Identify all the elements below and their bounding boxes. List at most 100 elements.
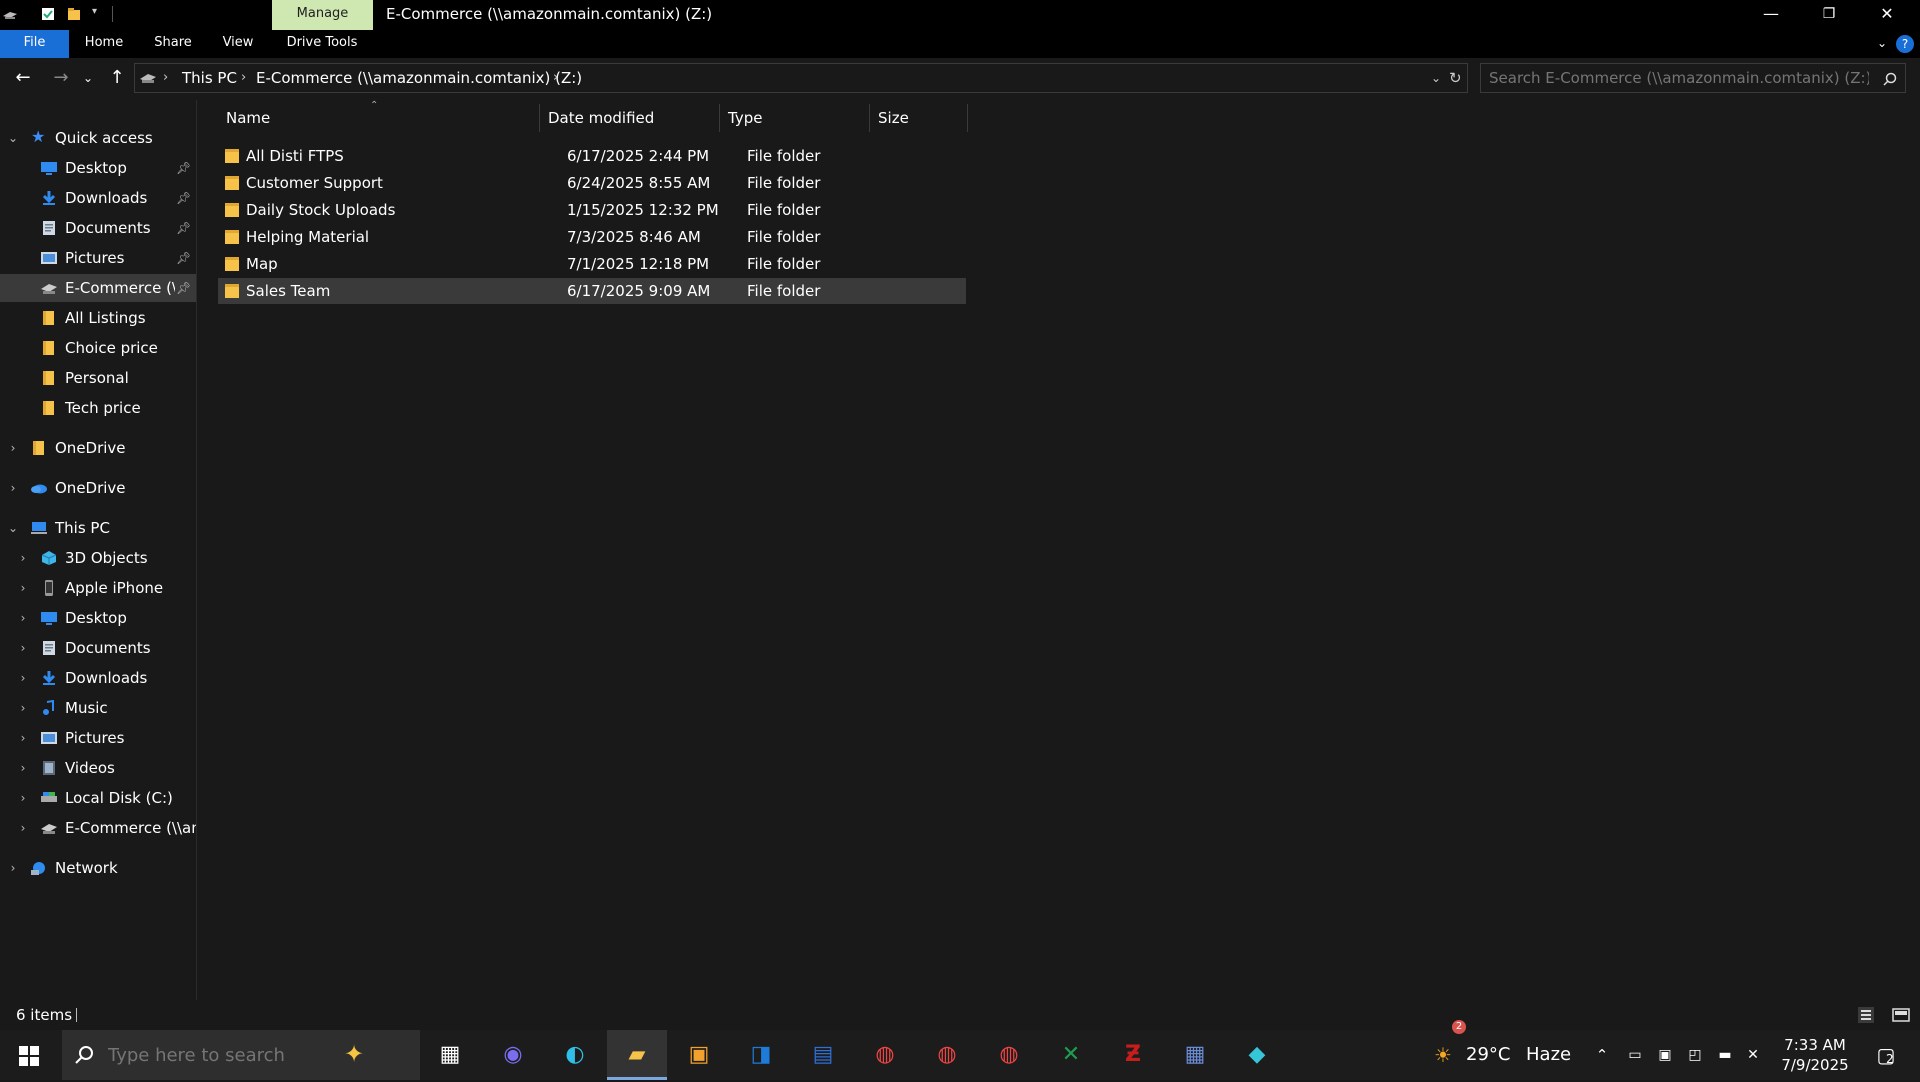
network-status-icon[interactable]: ▭ [1624,1030,1646,1080]
pin-icon[interactable]: 📌︎ [176,244,191,272]
expand-icon[interactable]: › [16,814,30,842]
new-folder-icon[interactable] [66,6,82,22]
nav-quick-access[interactable]: ⌄ ★ Quick access [0,124,196,152]
nav-qa-documents[interactable]: Documents 📌︎ [0,214,196,242]
address-bar[interactable]: › This PC › E-Commerce (\\amazonmain.com… [134,63,1468,93]
pin-icon[interactable]: 📌︎ [176,184,191,212]
expand-icon[interactable]: › [16,574,30,602]
column-header-date-modified[interactable]: Date modified [540,104,720,132]
nav-pc-music[interactable]: › Music [0,694,196,722]
breadcrumb-chevron-icon[interactable]: › [241,64,246,92]
back-button[interactable]: ← [8,64,38,94]
app-icon[interactable]: ◆ [1227,1030,1287,1080]
calculator-icon[interactable]: ▦ [1165,1030,1225,1080]
tab-drive-tools[interactable]: Drive Tools [278,30,366,58]
nav-qa-pictures[interactable]: Pictures 📌︎ [0,244,196,272]
excel-icon[interactable]: ✕ [1041,1030,1101,1080]
file-row[interactable]: Map 7/1/2025 12:18 PM File folder [218,251,966,277]
notification-center-icon[interactable]: ▢ 2 [1866,1030,1906,1080]
nav-pc-local-disk[interactable]: › Local Disk (C:) [0,784,196,812]
nav-qa-downloads[interactable]: Downloads 📌︎ [0,184,196,212]
pin-icon[interactable]: 📌︎ [176,214,191,242]
expand-icon[interactable]: › [16,694,30,722]
expand-icon[interactable]: › [16,544,30,572]
show-hidden-icons-icon[interactable]: ⌃ [1592,1030,1612,1080]
expand-icon[interactable]: › [16,634,30,662]
file-row[interactable]: All Disti FTPS 6/17/2025 2:44 PM File fo… [218,143,966,169]
taskbar-search-input[interactable] [108,1044,348,1066]
column-header-size[interactable]: Size [870,104,968,132]
nav-onedrive-folder[interactable]: › OneDrive [0,434,196,462]
chrome-icon[interactable]: ◍ [917,1030,977,1080]
breadcrumb-chevron-icon[interactable]: › [553,64,558,92]
weather-widget[interactable]: ☀ 2 29°C Haze [1434,1020,1594,1080]
tab-view[interactable]: View [212,30,264,58]
nav-pc-apple-iphone[interactable]: › Apple iPhone [0,574,196,602]
expand-icon[interactable]: › [16,604,30,632]
expand-icon[interactable]: › [16,784,30,812]
nav-qa-ecommerce-drive[interactable]: E-Commerce (\\amazonmain.comtanix) (Z:) … [0,274,196,302]
expand-icon[interactable]: › [6,474,20,502]
nav-onedrive-cloud[interactable]: › OneDrive [0,474,196,502]
tab-home[interactable]: Home [76,30,132,58]
outlook-icon[interactable]: ◨ [731,1030,791,1080]
customize-quick-access-icon[interactable]: ▾ [92,6,97,17]
calendar-icon[interactable]: ▤ [793,1030,853,1080]
search-box[interactable] [1480,63,1906,93]
nav-pc-3d-objects[interactable]: › 3D Objects [0,544,196,572]
task-view-icon[interactable]: ▦ [420,1030,480,1080]
restore-button[interactable]: ❐ [1800,0,1858,30]
pane-divider[interactable] [196,100,197,1000]
help-icon[interactable]: ? [1896,35,1914,53]
file-explorer-icon[interactable]: ▰ [607,1030,667,1080]
properties-icon[interactable] [40,6,56,22]
file-row[interactable]: Daily Stock Uploads 1/15/2025 12:32 PM F… [218,197,966,223]
column-header-type[interactable]: Type [720,104,870,132]
collapse-icon[interactable]: ⌄ [6,124,20,152]
tab-share[interactable]: Share [146,30,200,58]
file-row[interactable]: Helping Material 7/3/2025 8:46 AM File f… [218,224,966,250]
nav-this-pc[interactable]: ⌄ This PC [0,514,196,542]
large-icons-view-icon[interactable] [1892,1007,1910,1023]
collapse-icon[interactable]: ⌄ [6,514,20,542]
column-header-name[interactable]: Name [218,104,540,132]
tab-file[interactable]: File [0,30,69,58]
nav-qa-desktop[interactable]: Desktop 📌︎ [0,154,196,182]
close-button[interactable]: ✕ [1858,0,1916,30]
details-view-icon[interactable] [1858,1007,1874,1023]
store-icon[interactable]: ▣ [669,1030,729,1080]
filezilla-icon[interactable]: Ƶ [1103,1030,1163,1080]
expand-icon[interactable]: › [16,664,30,692]
windows-start-icon[interactable] [19,1046,39,1066]
minimize-button[interactable]: — [1742,0,1800,30]
address-dropdown-icon[interactable]: ⌄ [1431,64,1441,92]
nav-network[interactable]: › Network [0,854,196,882]
battery-icon[interactable]: ▬ [1714,1030,1736,1080]
pin-icon[interactable]: 📌︎ [176,274,191,302]
expand-icon[interactable]: › [6,434,20,462]
edge-icon[interactable]: ◐ [545,1030,605,1080]
nav-pc-desktop[interactable]: › Desktop [0,604,196,632]
display-icon[interactable]: ◰ [1684,1030,1706,1080]
volume-muted-icon[interactable]: ✕ [1742,1030,1764,1080]
nav-qa-all-listings[interactable]: All Listings [0,304,196,332]
expand-icon[interactable]: › [16,754,30,782]
nav-pc-pictures[interactable]: › Pictures [0,724,196,752]
nav-qa-personal[interactable]: Personal [0,364,196,392]
nav-pc-documents[interactable]: › Documents [0,634,196,662]
breadcrumb-chevron-icon[interactable]: › [163,64,168,92]
nav-pc-ecommerce-drive[interactable]: › E-Commerce (\\amazonmain.comtanix) (Z:… [0,814,196,842]
clock[interactable]: 7:33 AM 7/9/2025 [1772,1030,1858,1080]
expand-icon[interactable]: › [6,854,20,882]
file-row-selected[interactable]: Sales Team 6/17/2025 9:09 AM File folder [218,278,966,304]
meet-now-icon[interactable]: ▣ [1654,1030,1676,1080]
breadcrumb-drive[interactable]: E-Commerce (\\amazonmain.comtanix) (Z:) [256,64,582,92]
manage-tab[interactable]: Manage [272,0,373,30]
forward-button[interactable]: → [46,64,76,94]
breadcrumb-this-pc[interactable]: This PC [182,64,237,92]
recent-locations-icon[interactable]: ⌄ [78,64,98,94]
refresh-icon[interactable]: ↻ [1449,64,1462,92]
expand-ribbon-icon[interactable]: ⌄ [1870,30,1894,58]
nav-qa-choice-price[interactable]: Choice price [0,334,196,362]
up-button[interactable]: ↑ [102,64,132,94]
